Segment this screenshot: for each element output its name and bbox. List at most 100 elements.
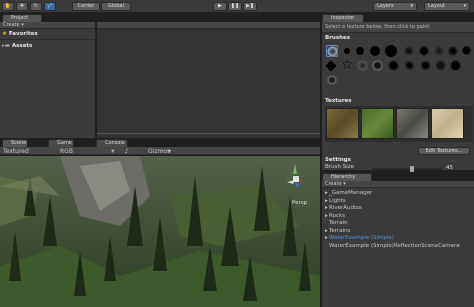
hierarchy-item-label: WaterExample (Simple) — [329, 235, 394, 241]
brush-15[interactable] — [388, 60, 399, 71]
hierarchy-panel: Create ▾ ▸_GameManager ▸Lights ▸RiverAudio… — [322, 181, 474, 307]
move-tool-button[interactable]: ✥ — [16, 2, 28, 11]
brush-12[interactable]: ☆ — [341, 58, 354, 72]
rotate-tool-button[interactable]: ↻ — [30, 2, 42, 11]
render-mode-dropdown[interactable]: Textured — [3, 148, 29, 155]
scene-viewport[interactable]: Persp — [0, 156, 320, 307]
brush-10[interactable] — [462, 46, 471, 55]
layers-dropdown[interactable]: Layers ▾ — [373, 2, 417, 11]
project-create-bar: Create ▾ — [0, 22, 95, 29]
brush-11[interactable] — [325, 60, 337, 72]
audio-toggle[interactable]: ♪ — [125, 148, 129, 155]
brush-13[interactable] — [357, 60, 368, 71]
hierarchy-item[interactable]: ▸RiverAudios — [322, 205, 362, 212]
tab-inspector-label: Inspector — [331, 15, 355, 21]
layout-dropdown[interactable]: Layout ▾ — [424, 2, 470, 11]
project-create-button[interactable]: Create — [3, 22, 20, 28]
project-favorites-item[interactable]: ★ Favorites — [2, 30, 38, 38]
brush-5[interactable] — [385, 45, 397, 57]
brush-17[interactable] — [420, 60, 431, 71]
brush-2[interactable] — [344, 48, 350, 54]
brush-14[interactable] — [372, 60, 383, 71]
hierarchy-item[interactable]: ▸Lights — [322, 198, 346, 205]
brush-18[interactable] — [435, 60, 446, 71]
hand-tool-button[interactable]: ✋ — [2, 2, 14, 11]
expand-arrow-icon[interactable]: ▸ — [322, 198, 329, 205]
main-toolbar: ✋ ✥ ↻ ⤢ Center Global ▶ ❚❚ ▶❚ Layers ▾ La… — [0, 0, 474, 13]
brush-7[interactable] — [419, 46, 429, 56]
layers-chevron-icon: ▾ — [410, 3, 413, 9]
hierarchy-item[interactable]: ▸Terrains — [322, 228, 350, 235]
brush-4[interactable] — [370, 46, 380, 56]
textures-title: Textures — [325, 98, 352, 104]
hierarchy-item[interactable]: ▸_GameManager — [322, 190, 372, 197]
tab-game[interactable]: Game — [48, 139, 74, 147]
brush-size-label: Brush Size — [325, 164, 354, 170]
scale-icon: ⤢ — [47, 3, 52, 9]
tab-project[interactable]: Project — [2, 14, 42, 22]
lighting-toggle[interactable]: ☀ — [110, 148, 115, 155]
hierarchy-create-button[interactable]: Create — [325, 181, 342, 187]
brush-1[interactable] — [327, 46, 338, 57]
brush-6[interactable] — [404, 46, 414, 56]
texture-rock[interactable] — [396, 108, 429, 139]
tab-scene-label: Scene — [11, 140, 27, 146]
pivot-mode-button[interactable]: Center — [72, 2, 100, 11]
brush-19[interactable] — [450, 60, 461, 71]
texture-dirt[interactable] — [326, 108, 359, 139]
play-button[interactable]: ▶ — [213, 2, 227, 11]
edit-textures-button[interactable]: Edit Textures... — [418, 147, 470, 155]
project-assets-item[interactable]: ▸▬ Assets — [2, 42, 32, 50]
scene-gizmo[interactable] — [283, 162, 307, 196]
texture-sand[interactable] — [431, 108, 464, 139]
hierarchy-item[interactable]: WaterExample (Simple)ReflectionSceneCame… — [322, 243, 460, 250]
hierarchy-item-label: Lights — [329, 197, 346, 204]
hierarchy-item-label: RiverAudios — [329, 205, 362, 211]
expand-arrow-icon[interactable]: ▸ — [322, 235, 329, 242]
step-icon: ▶❚ — [245, 3, 255, 9]
gizmos-dropdown[interactable]: Gizmos — [148, 148, 170, 155]
tab-console[interactable]: Console — [96, 139, 128, 147]
expand-arrow-icon[interactable]: ▸ — [322, 213, 329, 220]
brush-size-value[interactable]: 45 — [446, 165, 453, 171]
hierarchy-create-bar: Create ▾ — [322, 181, 474, 188]
hierarchy-item[interactable]: ▸Rocks — [322, 213, 345, 220]
hierarchy-item[interactable]: Terrain — [322, 220, 348, 227]
brush-8[interactable] — [434, 46, 444, 56]
pivot-mode-label: Center — [77, 3, 95, 9]
project-scrollbar[interactable] — [97, 133, 320, 134]
color-mode-dropdown[interactable]: RGB — [60, 148, 73, 155]
pivot-space-label: Global — [108, 3, 124, 9]
step-button[interactable]: ▶❚ — [243, 2, 257, 11]
expand-arrow-icon[interactable]: ▸ — [322, 190, 329, 197]
hierarchy-item-label: Terrains — [329, 227, 351, 234]
expand-arrow-icon[interactable]: ▸ — [322, 228, 329, 235]
hierarchy-item-label: WaterExample (Simple)ReflectionSceneCame… — [329, 242, 460, 249]
hierarchy-item-label: Rocks — [329, 212, 346, 219]
hierarchy-item-label: _GameManager — [329, 190, 373, 196]
expand-arrow-icon[interactable]: ▸ — [322, 205, 329, 212]
tab-game-label: Game — [57, 140, 72, 146]
tab-scene[interactable]: Scene — [2, 139, 28, 147]
tab-hierarchy[interactable]: Hierarchy — [322, 173, 372, 181]
brush-9[interactable] — [448, 46, 458, 56]
tab-project-label: Project — [11, 15, 29, 21]
gizmos-chevron-icon: ▾ — [168, 148, 172, 155]
brush-20[interactable] — [327, 75, 337, 85]
hierarchy-item[interactable]: ▸WaterExample (Simple) — [322, 235, 394, 242]
texture-grass[interactable] — [361, 108, 394, 139]
folder-icon: ▸▬ — [2, 43, 10, 49]
pivot-space-button[interactable]: Global — [101, 2, 131, 11]
brush-size-slider[interactable] — [372, 168, 442, 170]
rotate-icon: ↻ — [33, 3, 39, 9]
brush-16[interactable] — [404, 60, 415, 71]
layout-label: Layout — [428, 3, 445, 9]
pause-button[interactable]: ❚❚ — [228, 2, 242, 11]
hand-icon: ✋ — [4, 3, 12, 9]
tab-inspector[interactable]: Inspector — [322, 14, 364, 22]
hierarchy-item-label: Terrain — [329, 220, 348, 226]
brush-3[interactable] — [356, 47, 364, 55]
brush-size-thumb[interactable] — [410, 166, 414, 172]
scale-tool-button[interactable]: ⤢ — [44, 2, 56, 11]
inspector-panel: Select a texture below, then click to pa… — [322, 22, 474, 170]
